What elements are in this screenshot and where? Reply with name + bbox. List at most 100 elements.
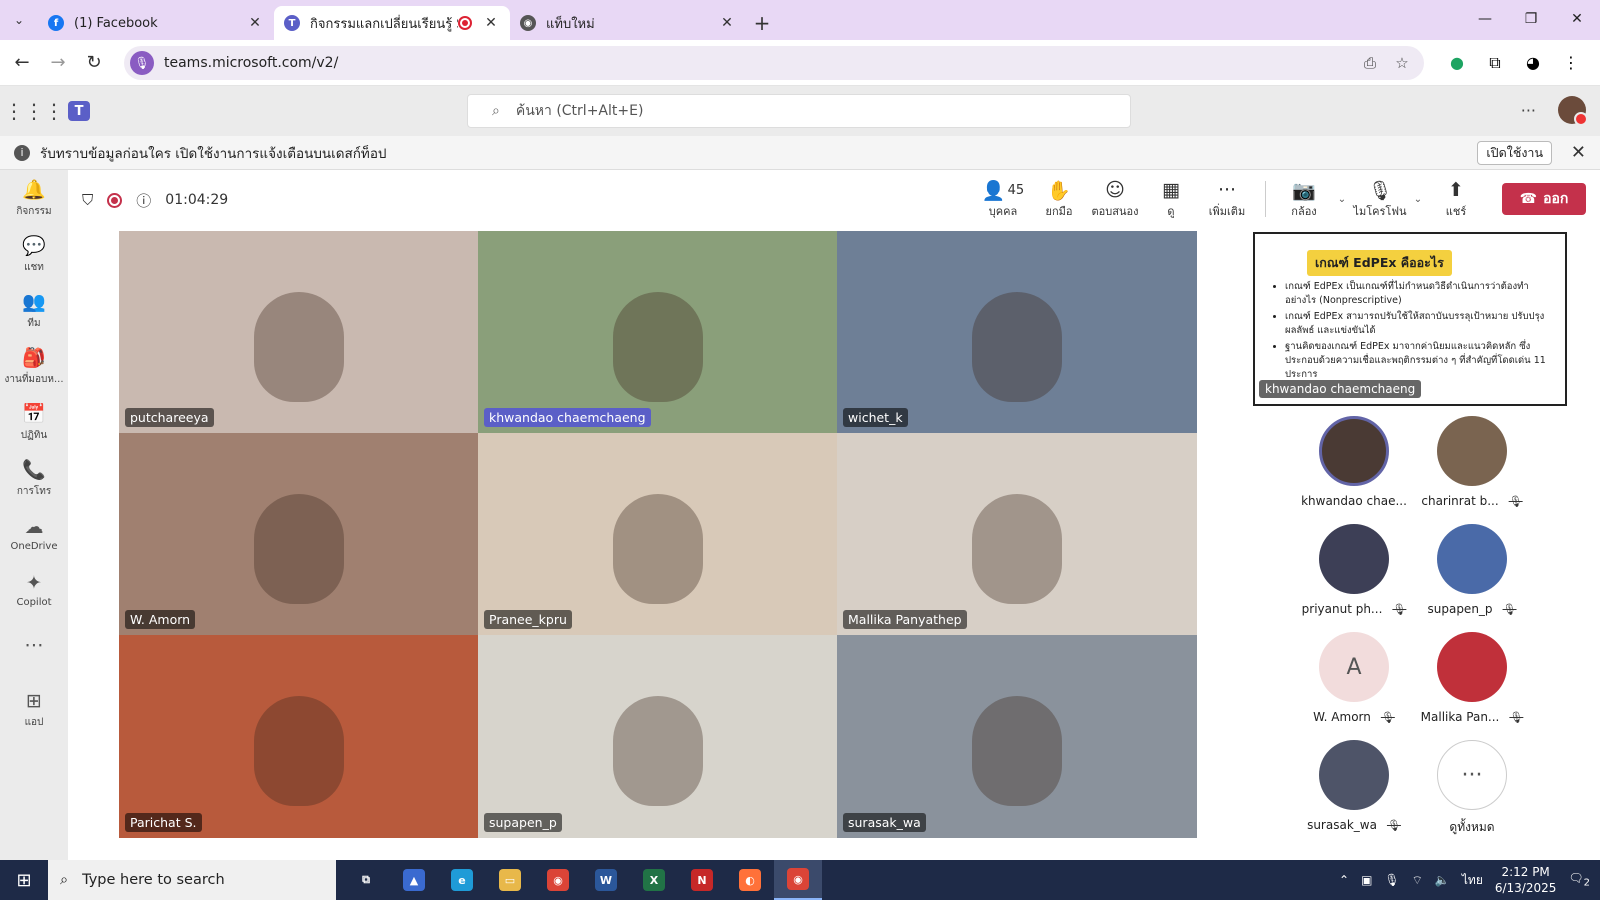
rail-item[interactable]: ⋯ [0, 618, 68, 674]
video-tile[interactable]: putchareeya [119, 231, 478, 433]
taskbar-app[interactable]: N [678, 860, 726, 900]
taskbar-search[interactable]: ⌕ Type here to search [48, 860, 336, 900]
slide-bullets: เกณฑ์ EdPEx เป็นเกณฑ์ที่ไม่กำหนดวิธีดำเน… [1285, 280, 1555, 384]
rail-item[interactable]: 👥 ทีม [0, 282, 68, 338]
share-button[interactable]: ⬆ แชร์ [1428, 178, 1484, 220]
close-banner-icon[interactable]: ✕ [1571, 142, 1586, 163]
excel-icon: X [643, 869, 665, 891]
camera-options-chevron-icon[interactable]: ⌄ [1332, 194, 1352, 205]
participant-card[interactable]: surasak_wa 🎙 [1298, 740, 1410, 848]
new-tab-button[interactable]: + [746, 6, 778, 40]
enable-notifications-button[interactable]: เปิดใช้งาน [1477, 141, 1552, 165]
browser-tab[interactable]: ◉ แท็บใหม่ ✕ [510, 6, 746, 40]
shared-content-panel[interactable]: เกณฑ์ EdPEx คืออะไร เกณฑ์ EdPEx เป็นเกณฑ… [1253, 232, 1567, 406]
taskbar-app[interactable]: W [582, 860, 630, 900]
rail-item[interactable]: 🔔 กิจกรรม [0, 170, 68, 226]
browser-tab[interactable]: f (1) Facebook ✕ [38, 6, 274, 40]
extensions-icon[interactable]: ⧉ [1476, 53, 1514, 73]
omnibox[interactable]: 🎙 teams.microsoft.com/v2/ ⎙ ☆ [124, 45, 1424, 80]
taskbar-app[interactable]: ▭ [486, 860, 534, 900]
search-box[interactable]: ⌕ ค้นหา (Ctrl+Alt+E) [467, 94, 1131, 128]
rail-label: OneDrive [10, 541, 58, 552]
shield-icon[interactable]: ⛉ [82, 191, 93, 209]
view-button[interactable]: ▦ ดู [1143, 178, 1199, 220]
meeting-info-icon[interactable]: ⓘ [136, 190, 151, 211]
clock[interactable]: 2:12 PM 6/13/2025 [1495, 864, 1557, 896]
search-icon: ⌕ [60, 872, 69, 888]
rail-item[interactable]: ⊞ แอป [0, 682, 68, 738]
close-tab-icon[interactable]: ✕ [718, 15, 736, 31]
restore-icon[interactable]: ❐ [1508, 0, 1554, 38]
meet-now-icon[interactable]: ▣ [1361, 873, 1372, 887]
video-tile[interactable]: Parichat S. [119, 635, 478, 838]
rail-item[interactable]: 📞 การโทร [0, 450, 68, 506]
participant-card[interactable]: charinrat b... 🎙 [1416, 416, 1528, 524]
react-label: ตอบสนอง [1091, 205, 1139, 218]
raise-hand-button[interactable]: ✋ ยกมือ [1031, 178, 1087, 220]
grammarly-extension-icon[interactable]: ● [1438, 53, 1476, 72]
view-all-button[interactable]: ··· ดูทั้งหมด [1416, 740, 1528, 848]
close-icon[interactable]: ✕ [1554, 0, 1600, 38]
reload-icon[interactable]: ↻ [76, 52, 112, 73]
video-tile[interactable]: khwandao chaemchaeng [478, 231, 837, 433]
video-tile[interactable]: supapen_p [478, 635, 837, 838]
participant-name: Mallika Pan... [1420, 710, 1500, 724]
minimize-icon[interactable]: — [1462, 0, 1508, 38]
rail-item[interactable]: 💬 แชท [0, 226, 68, 282]
rail-item[interactable]: 📅 ปฏิทิน [0, 394, 68, 450]
more-options-icon[interactable]: ··· [1521, 101, 1536, 120]
tile-name-label: khwandao chaemchaeng [484, 408, 651, 427]
video-tile[interactable]: wichet_k [837, 231, 1197, 433]
taskbar-app[interactable]: ◐ [726, 860, 774, 900]
leave-button[interactable]: ☎ ออก [1502, 183, 1586, 215]
taskbar-app[interactable]: X [630, 860, 678, 900]
wifi-icon[interactable]: ⌔ [1412, 873, 1423, 888]
forward-icon[interactable]: → [40, 52, 76, 73]
people-button[interactable]: 👤 45 บุคคล [975, 178, 1031, 220]
video-tile[interactable]: Mallika Panyathep [837, 433, 1197, 635]
meeting-stage: ⛉ ⓘ 01:04:29 👤 45 บุคคล ✋ ยกมือ ☺ ตอบสนอง… [68, 170, 1600, 860]
tab-search-icon[interactable]: ⌄ [0, 0, 38, 40]
participant-card[interactable]: supapen_p 🎙 [1416, 524, 1528, 632]
react-button[interactable]: ☺ ตอบสนอง [1087, 178, 1143, 220]
rail-item[interactable]: 🎒 งานที่มอบห... [0, 338, 68, 394]
mic-button[interactable]: 🎙 ไมโครโฟน [1352, 178, 1408, 220]
video-tile[interactable]: Pranee_kpru [478, 433, 837, 635]
participant-card[interactable]: khwandao chae... [1298, 416, 1410, 524]
taskbar-app[interactable]: ◉ [534, 860, 582, 900]
browser-tab[interactable]: T กิจกรรมแลกเปลี่ยนเรียนรู้ SAR ✕ [274, 6, 510, 40]
volume-icon[interactable]: 🔈 [1435, 873, 1450, 887]
participant-card[interactable]: A W. Amorn 🎙 [1298, 632, 1410, 740]
back-icon[interactable]: ← [4, 52, 40, 73]
user-avatar[interactable] [1558, 96, 1588, 126]
close-tab-icon[interactable]: ✕ [246, 15, 264, 31]
mic-options-chevron-icon[interactable]: ⌄ [1408, 194, 1428, 205]
profile-icon[interactable]: ◕ [1514, 53, 1552, 72]
rail-item[interactable]: ☁ OneDrive [0, 506, 68, 562]
video-tile[interactable]: W. Amorn [119, 433, 478, 635]
microphone-tray-icon[interactable]: 🎙 [1384, 873, 1399, 887]
taskbar-app[interactable]: ⧉ [342, 860, 390, 900]
teams-group-icon: 👥 [22, 290, 46, 313]
more-actions-button[interactable]: ··· เพิ่มเติม [1199, 178, 1255, 220]
close-tab-icon[interactable]: ✕ [482, 15, 500, 31]
bookmark-star-icon[interactable]: ☆ [1386, 54, 1418, 72]
taskbar-app[interactable]: e [438, 860, 486, 900]
windows-start-icon[interactable]: ⊞ [0, 860, 48, 900]
url-text[interactable]: teams.microsoft.com/v2/ [164, 55, 1354, 71]
camera-button[interactable]: 📷 กล้อง [1276, 178, 1332, 220]
participant-card[interactable]: Mallika Pan... 🎙 [1416, 632, 1528, 740]
participant-card[interactable]: priyanut ph... 🎙 [1298, 524, 1410, 632]
language-indicator[interactable]: ไทย [1462, 871, 1483, 890]
tile-name-label: Mallika Panyathep [843, 610, 967, 629]
show-hidden-icons-icon[interactable]: ⌃ [1339, 873, 1349, 887]
chrome-menu-icon[interactable]: ⋮ [1552, 53, 1590, 72]
notification-center-icon[interactable]: 🗨2 [1568, 871, 1590, 888]
app-launcher-icon[interactable]: ⋮⋮⋮ [0, 99, 68, 123]
microphone-icon[interactable]: 🎙 [130, 50, 154, 75]
video-tile[interactable]: surasak_wa [837, 635, 1197, 838]
rail-item[interactable]: ✦ Copilot [0, 562, 68, 618]
install-app-icon[interactable]: ⎙ [1354, 54, 1386, 72]
taskbar-app[interactable]: ▲ [390, 860, 438, 900]
taskbar-app[interactable]: ◉ [774, 860, 822, 900]
